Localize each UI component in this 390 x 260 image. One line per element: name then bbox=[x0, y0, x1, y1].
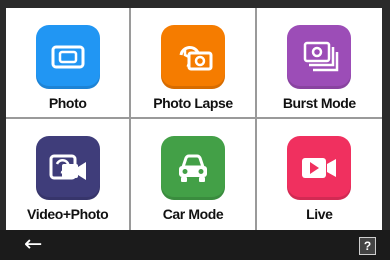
mode-live[interactable]: Live bbox=[257, 119, 382, 230]
mode-video-photo[interactable]: Video+Photo bbox=[6, 119, 132, 230]
video-photo-icon bbox=[35, 136, 100, 200]
mode-burst[interactable]: Burst Mode bbox=[256, 8, 382, 119]
mode-car-label: Car Mode bbox=[162, 206, 224, 222]
mode-live-label: Live bbox=[306, 206, 333, 222]
mode-photo[interactable]: Photo bbox=[6, 8, 132, 119]
mode-car[interactable]: Car Mode bbox=[131, 119, 257, 230]
live-icon bbox=[287, 136, 352, 200]
mode-photo-lapse[interactable]: Photo Lapse bbox=[131, 8, 257, 119]
car-icon bbox=[160, 136, 225, 200]
back-arrow-icon[interactable]: ← bbox=[24, 233, 42, 257]
camera-icon bbox=[35, 25, 100, 89]
mode-menu-screen: Photo Photo Lapse Burst Mode Video+Photo… bbox=[6, 8, 382, 230]
mode-video-photo-label: Video+Photo bbox=[27, 206, 109, 222]
bottom-bar: ← ? bbox=[0, 230, 390, 260]
mode-grid: Photo Photo Lapse Burst Mode Video+Photo… bbox=[6, 8, 382, 230]
photo-lapse-icon bbox=[160, 25, 225, 89]
mode-photo-label: Photo bbox=[48, 95, 87, 111]
help-icon[interactable]: ? bbox=[359, 237, 376, 255]
mode-photo-lapse-label: Photo Lapse bbox=[153, 95, 233, 111]
mode-burst-label: Burst Mode bbox=[282, 95, 356, 111]
burst-icon bbox=[287, 25, 352, 89]
